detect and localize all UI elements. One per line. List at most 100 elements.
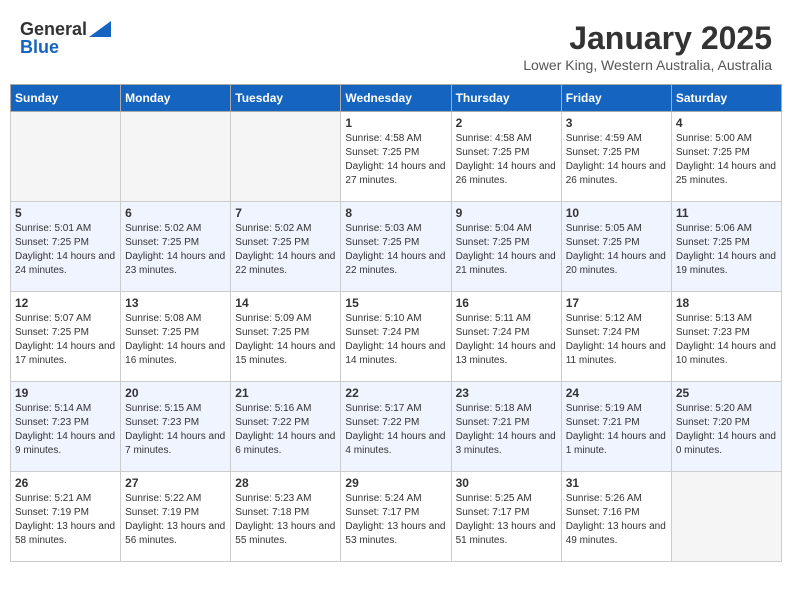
calendar: Sunday Monday Tuesday Wednesday Thursday… (10, 84, 782, 562)
day-number: 12 (15, 296, 116, 310)
header-friday: Friday (561, 85, 671, 112)
day-info: Sunrise: 5:02 AMSunset: 7:25 PMDaylight:… (235, 222, 336, 278)
table-row: 17 Sunrise: 5:12 AMSunset: 7:24 PMDaylig… (561, 292, 671, 382)
table-row: 18 Sunrise: 5:13 AMSunset: 7:23 PMDaylig… (671, 292, 781, 382)
day-number: 4 (676, 116, 777, 130)
day-number: 22 (345, 386, 446, 400)
day-number: 8 (345, 206, 446, 220)
calendar-week-row: 5 Sunrise: 5:01 AMSunset: 7:25 PMDayligh… (11, 202, 782, 292)
header-sunday: Sunday (11, 85, 121, 112)
day-info: Sunrise: 5:11 AMSunset: 7:24 PMDaylight:… (456, 312, 557, 368)
day-number: 9 (456, 206, 557, 220)
day-info: Sunrise: 5:09 AMSunset: 7:25 PMDaylight:… (235, 312, 336, 368)
day-number: 24 (566, 386, 667, 400)
day-number: 11 (676, 206, 777, 220)
table-row: 15 Sunrise: 5:10 AMSunset: 7:24 PMDaylig… (341, 292, 451, 382)
location: Lower King, Western Australia, Australia (523, 57, 772, 73)
table-row: 24 Sunrise: 5:19 AMSunset: 7:21 PMDaylig… (561, 382, 671, 472)
table-row: 11 Sunrise: 5:06 AMSunset: 7:25 PMDaylig… (671, 202, 781, 292)
day-info: Sunrise: 5:12 AMSunset: 7:24 PMDaylight:… (566, 312, 667, 368)
day-number: 3 (566, 116, 667, 130)
table-row: 5 Sunrise: 5:01 AMSunset: 7:25 PMDayligh… (11, 202, 121, 292)
header-wednesday: Wednesday (341, 85, 451, 112)
header-tuesday: Tuesday (231, 85, 341, 112)
header-thursday: Thursday (451, 85, 561, 112)
table-row: 27 Sunrise: 5:22 AMSunset: 7:19 PMDaylig… (121, 472, 231, 562)
day-number: 30 (456, 476, 557, 490)
header-monday: Monday (121, 85, 231, 112)
table-row: 21 Sunrise: 5:16 AMSunset: 7:22 PMDaylig… (231, 382, 341, 472)
day-number: 15 (345, 296, 446, 310)
day-info: Sunrise: 4:59 AMSunset: 7:25 PMDaylight:… (566, 132, 667, 188)
calendar-week-row: 12 Sunrise: 5:07 AMSunset: 7:25 PMDaylig… (11, 292, 782, 382)
calendar-week-row: 26 Sunrise: 5:21 AMSunset: 7:19 PMDaylig… (11, 472, 782, 562)
title-block: January 2025 Lower King, Western Austral… (523, 20, 772, 73)
day-number: 13 (125, 296, 226, 310)
calendar-week-row: 1 Sunrise: 4:58 AMSunset: 7:25 PMDayligh… (11, 112, 782, 202)
day-number: 19 (15, 386, 116, 400)
table-row: 14 Sunrise: 5:09 AMSunset: 7:25 PMDaylig… (231, 292, 341, 382)
day-number: 2 (456, 116, 557, 130)
day-info: Sunrise: 5:17 AMSunset: 7:22 PMDaylight:… (345, 402, 446, 458)
day-info: Sunrise: 5:22 AMSunset: 7:19 PMDaylight:… (125, 492, 226, 548)
logo: General Blue (20, 20, 111, 58)
table-row: 29 Sunrise: 5:24 AMSunset: 7:17 PMDaylig… (341, 472, 451, 562)
table-row (11, 112, 121, 202)
table-row: 10 Sunrise: 5:05 AMSunset: 7:25 PMDaylig… (561, 202, 671, 292)
day-info: Sunrise: 5:00 AMSunset: 7:25 PMDaylight:… (676, 132, 777, 188)
header-saturday: Saturday (671, 85, 781, 112)
day-number: 26 (15, 476, 116, 490)
day-number: 28 (235, 476, 336, 490)
day-number: 5 (15, 206, 116, 220)
day-info: Sunrise: 5:06 AMSunset: 7:25 PMDaylight:… (676, 222, 777, 278)
day-info: Sunrise: 5:25 AMSunset: 7:17 PMDaylight:… (456, 492, 557, 548)
day-info: Sunrise: 5:03 AMSunset: 7:25 PMDaylight:… (345, 222, 446, 278)
calendar-header-row: Sunday Monday Tuesday Wednesday Thursday… (11, 85, 782, 112)
logo-blue-text: Blue (20, 37, 59, 57)
day-number: 29 (345, 476, 446, 490)
table-row: 13 Sunrise: 5:08 AMSunset: 7:25 PMDaylig… (121, 292, 231, 382)
day-info: Sunrise: 5:26 AMSunset: 7:16 PMDaylight:… (566, 492, 667, 548)
table-row: 25 Sunrise: 5:20 AMSunset: 7:20 PMDaylig… (671, 382, 781, 472)
day-info: Sunrise: 5:04 AMSunset: 7:25 PMDaylight:… (456, 222, 557, 278)
day-info: Sunrise: 5:10 AMSunset: 7:24 PMDaylight:… (345, 312, 446, 368)
day-number: 27 (125, 476, 226, 490)
day-number: 6 (125, 206, 226, 220)
day-number: 1 (345, 116, 446, 130)
day-info: Sunrise: 5:19 AMSunset: 7:21 PMDaylight:… (566, 402, 667, 458)
day-info: Sunrise: 5:13 AMSunset: 7:23 PMDaylight:… (676, 312, 777, 368)
day-number: 23 (456, 386, 557, 400)
table-row: 12 Sunrise: 5:07 AMSunset: 7:25 PMDaylig… (11, 292, 121, 382)
day-info: Sunrise: 4:58 AMSunset: 7:25 PMDaylight:… (345, 132, 446, 188)
day-info: Sunrise: 5:20 AMSunset: 7:20 PMDaylight:… (676, 402, 777, 458)
day-info: Sunrise: 4:58 AMSunset: 7:25 PMDaylight:… (456, 132, 557, 188)
logo-icon (89, 21, 111, 37)
table-row: 16 Sunrise: 5:11 AMSunset: 7:24 PMDaylig… (451, 292, 561, 382)
calendar-week-row: 19 Sunrise: 5:14 AMSunset: 7:23 PMDaylig… (11, 382, 782, 472)
day-info: Sunrise: 5:23 AMSunset: 7:18 PMDaylight:… (235, 492, 336, 548)
day-info: Sunrise: 5:24 AMSunset: 7:17 PMDaylight:… (345, 492, 446, 548)
table-row: 23 Sunrise: 5:18 AMSunset: 7:21 PMDaylig… (451, 382, 561, 472)
day-info: Sunrise: 5:01 AMSunset: 7:25 PMDaylight:… (15, 222, 116, 278)
table-row: 31 Sunrise: 5:26 AMSunset: 7:16 PMDaylig… (561, 472, 671, 562)
table-row: 6 Sunrise: 5:02 AMSunset: 7:25 PMDayligh… (121, 202, 231, 292)
day-info: Sunrise: 5:21 AMSunset: 7:19 PMDaylight:… (15, 492, 116, 548)
day-number: 7 (235, 206, 336, 220)
day-number: 17 (566, 296, 667, 310)
day-info: Sunrise: 5:05 AMSunset: 7:25 PMDaylight:… (566, 222, 667, 278)
day-number: 18 (676, 296, 777, 310)
day-info: Sunrise: 5:16 AMSunset: 7:22 PMDaylight:… (235, 402, 336, 458)
table-row: 1 Sunrise: 4:58 AMSunset: 7:25 PMDayligh… (341, 112, 451, 202)
day-info: Sunrise: 5:15 AMSunset: 7:23 PMDaylight:… (125, 402, 226, 458)
table-row: 4 Sunrise: 5:00 AMSunset: 7:25 PMDayligh… (671, 112, 781, 202)
table-row: 22 Sunrise: 5:17 AMSunset: 7:22 PMDaylig… (341, 382, 451, 472)
day-info: Sunrise: 5:14 AMSunset: 7:23 PMDaylight:… (15, 402, 116, 458)
table-row: 26 Sunrise: 5:21 AMSunset: 7:19 PMDaylig… (11, 472, 121, 562)
table-row: 30 Sunrise: 5:25 AMSunset: 7:17 PMDaylig… (451, 472, 561, 562)
header: General Blue January 2025 Lower King, We… (10, 10, 782, 78)
table-row: 9 Sunrise: 5:04 AMSunset: 7:25 PMDayligh… (451, 202, 561, 292)
table-row: 2 Sunrise: 4:58 AMSunset: 7:25 PMDayligh… (451, 112, 561, 202)
day-number: 16 (456, 296, 557, 310)
table-row: 3 Sunrise: 4:59 AMSunset: 7:25 PMDayligh… (561, 112, 671, 202)
table-row: 8 Sunrise: 5:03 AMSunset: 7:25 PMDayligh… (341, 202, 451, 292)
